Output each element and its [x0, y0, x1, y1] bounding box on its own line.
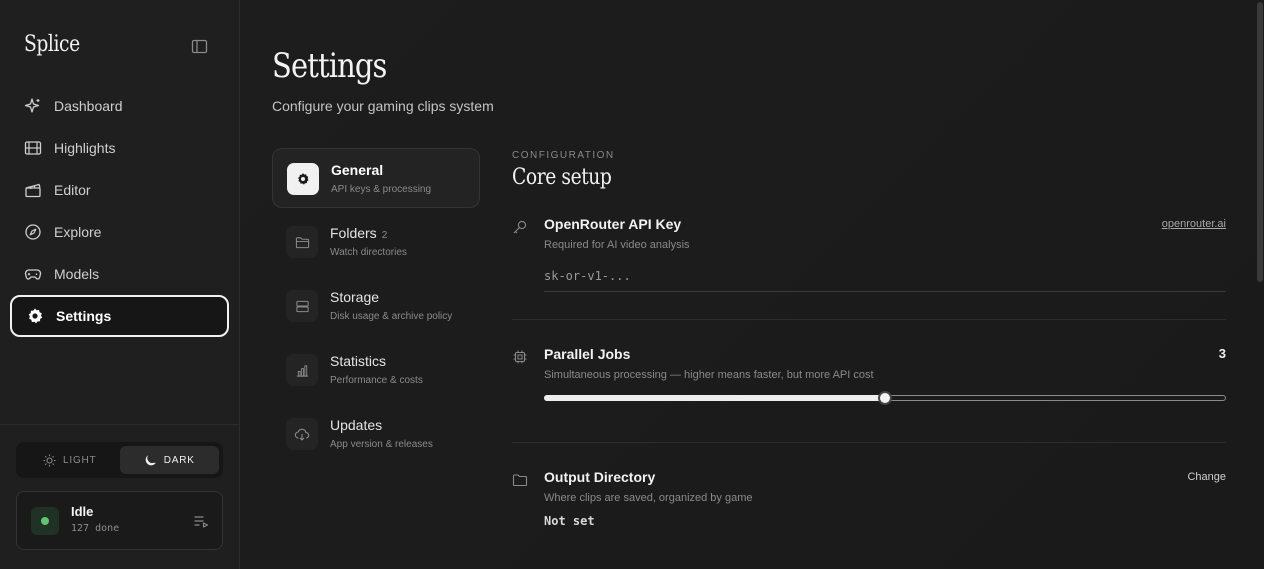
cpu-icon — [512, 349, 528, 365]
api-key-setting: OpenRouter API Key Required for AI video… — [512, 216, 1254, 316]
openrouter-link[interactable]: openrouter.ai — [1162, 218, 1226, 230]
parallel-jobs-setting: Parallel Jobs Simultaneous processing — … — [512, 346, 1254, 416]
settings-sections: General API keys & processing Folders 2 W… — [272, 148, 480, 468]
parallel-jobs-title: Parallel Jobs — [544, 346, 631, 362]
api-key-input[interactable] — [544, 260, 1226, 292]
theme-dark-label: DARK — [163, 454, 195, 466]
theme-light-label: LIGHT — [63, 454, 97, 466]
settings-panel: CONFIGURATION Core setup OpenRouter API … — [512, 150, 1254, 528]
divider — [512, 319, 1226, 320]
output-directory-title: Output Directory — [544, 469, 656, 485]
change-directory-button[interactable]: Change — [1187, 471, 1226, 483]
sidebar-item-dashboard[interactable]: Dashboard — [10, 85, 229, 127]
main-content: Settings Configure your gaming clips sys… — [240, 0, 1264, 569]
parallel-jobs-desc: Simultaneous processing — higher means f… — [544, 369, 874, 381]
divider — [512, 442, 1226, 443]
section-desc: App version & releases — [330, 439, 433, 450]
sidebar-toggle-icon[interactable] — [191, 39, 209, 55]
sidebar-item-label: Editor — [54, 182, 91, 198]
theme-toggle: LIGHT DARK — [16, 442, 223, 478]
gear-icon — [287, 163, 319, 195]
section-general[interactable]: General API keys & processing — [272, 148, 480, 208]
moon-icon — [144, 454, 157, 467]
sidebar-item-label: Explore — [54, 224, 102, 240]
bar-chart-icon — [286, 354, 318, 386]
key-icon — [512, 219, 528, 235]
sidebar-item-label: Models — [54, 266, 100, 282]
sidebar-item-explore[interactable]: Explore — [10, 211, 229, 253]
section-label: General — [331, 162, 384, 178]
folder-icon — [286, 226, 318, 258]
section-desc: Watch directories — [330, 247, 407, 258]
page-title: Settings — [272, 46, 387, 86]
section-label: Statistics — [330, 353, 387, 369]
section-count-badge: 2 — [381, 230, 388, 241]
parallel-jobs-slider[interactable] — [544, 391, 1226, 405]
sidebar-item-models[interactable]: Models — [10, 253, 229, 295]
clapperboard-icon — [24, 181, 42, 199]
sidebar-item-label: Highlights — [54, 140, 116, 156]
storage-icon — [286, 290, 318, 322]
api-key-desc: Required for AI video analysis — [544, 239, 690, 251]
section-desc: Disk usage & archive policy — [330, 311, 453, 322]
section-statistics[interactable]: Statistics Performance & costs — [272, 340, 480, 400]
panel-title: Core setup — [512, 165, 612, 190]
cloud-download-icon — [286, 418, 318, 450]
status-card[interactable]: Idle 127 done — [16, 491, 223, 550]
section-updates[interactable]: Updates App version & releases — [272, 404, 480, 464]
theme-light-button[interactable]: LIGHT — [20, 446, 120, 474]
folder-icon — [512, 472, 528, 488]
panel-eyebrow: CONFIGURATION — [512, 150, 615, 161]
main-scrollbar[interactable] — [1256, 0, 1264, 569]
status-indicator — [31, 507, 59, 535]
sidebar: Splice Dashboard Highlights Editor Explo… — [0, 0, 240, 569]
brand-logo: Splice — [24, 32, 80, 57]
film-icon — [24, 139, 42, 157]
sparkle-icon — [24, 97, 42, 115]
sidebar-nav: Dashboard Highlights Editor Explore Mode… — [10, 85, 229, 337]
output-directory-desc: Where clips are saved, organized by game — [544, 492, 753, 504]
sidebar-item-label: Dashboard — [54, 98, 123, 114]
parallel-jobs-value: 3 — [1218, 346, 1226, 361]
gamepad-icon — [24, 265, 42, 283]
section-storage[interactable]: Storage Disk usage & archive policy — [272, 276, 480, 336]
slider-fill — [544, 395, 885, 401]
slider-thumb[interactable] — [878, 391, 892, 405]
sidebar-footer: LIGHT DARK Idle 127 done — [0, 424, 239, 569]
status-subtitle: 127 done — [71, 523, 120, 534]
theme-dark-button[interactable]: DARK — [119, 446, 219, 474]
sidebar-item-settings[interactable]: Settings — [10, 295, 229, 337]
api-key-title: OpenRouter API Key — [544, 216, 682, 232]
scrollbar-thumb[interactable] — [1257, 2, 1263, 282]
sidebar-item-editor[interactable]: Editor — [10, 169, 229, 211]
section-label: Folders 2 — [330, 225, 388, 241]
section-desc: API keys & processing — [331, 184, 432, 195]
queue-list-icon[interactable] — [193, 513, 209, 529]
sidebar-item-highlights[interactable]: Highlights — [10, 127, 229, 169]
output-directory-value: Not set — [544, 514, 595, 528]
section-label: Storage — [330, 289, 380, 305]
section-label: Updates — [330, 417, 383, 433]
sun-icon — [43, 454, 56, 467]
section-desc: Performance & costs — [330, 375, 423, 386]
status-dot-icon — [41, 517, 49, 525]
page-subtitle: Configure your gaming clips system — [272, 98, 494, 114]
output-directory-setting: Output Directory Where clips are saved, … — [512, 469, 1254, 539]
sidebar-item-label: Settings — [56, 308, 112, 324]
gear-icon — [26, 307, 44, 325]
status-title: Idle — [71, 504, 94, 519]
compass-icon — [24, 223, 42, 241]
section-folders[interactable]: Folders 2 Watch directories — [272, 212, 480, 272]
